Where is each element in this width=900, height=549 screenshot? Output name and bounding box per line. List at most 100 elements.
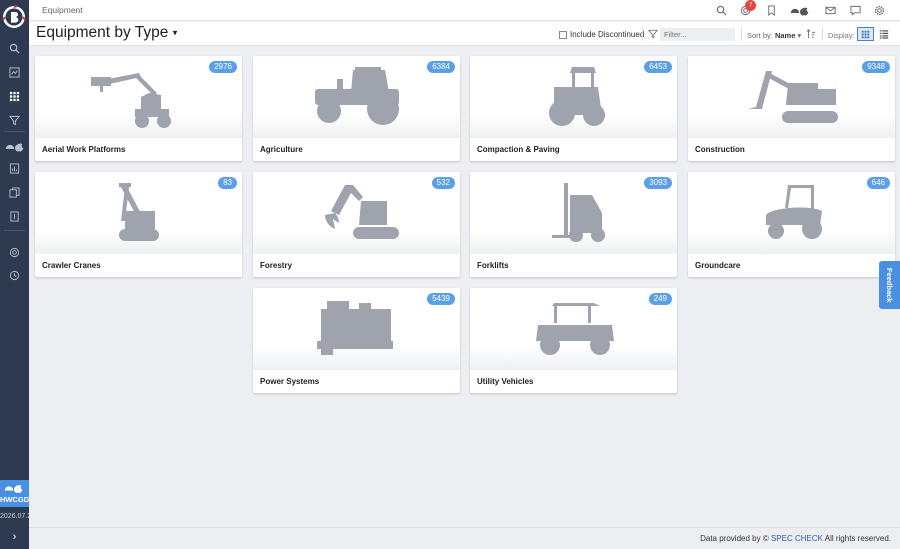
filter-icon <box>648 29 658 39</box>
chart-icon[interactable] <box>0 62 29 82</box>
report-icon[interactable] <box>0 158 29 178</box>
page-title: Equipment by Type <box>36 24 169 41</box>
gear-icon[interactable] <box>873 4 886 17</box>
card-label: Aerial Work Platforms <box>42 145 126 154</box>
chevron-right-icon: › <box>12 531 17 543</box>
category-card[interactable]: 532 Forestry <box>253 172 460 277</box>
card-count-badge: 6384 <box>427 61 455 73</box>
card-image <box>35 172 242 254</box>
filter-icon[interactable] <box>0 110 29 130</box>
sidebar-divider <box>4 131 25 132</box>
list-view-button[interactable] <box>877 27 891 41</box>
category-card[interactable]: 5439 Power Systems <box>253 288 460 393</box>
notification-badge: 7 <box>745 0 756 11</box>
include-discontinued-toggle[interactable]: Include Discontinued <box>559 30 644 39</box>
tractor-icon <box>314 67 399 125</box>
crawler-crane-icon <box>118 183 159 241</box>
history-icon[interactable] <box>0 265 29 285</box>
account-label: HWCGD <box>0 495 30 504</box>
category-card[interactable]: 3093 Forklifts <box>470 172 677 277</box>
grid-view-button[interactable] <box>857 27 874 41</box>
bookmark-icon[interactable] <box>765 4 778 17</box>
sort-label: Sort by: <box>747 31 773 40</box>
card-count-badge: 249 <box>648 293 672 305</box>
header-bar: Equipment by Type ▾ Include Discontinued… <box>29 22 900 46</box>
divider <box>642 27 643 41</box>
card-count-badge: 9348 <box>862 61 890 73</box>
feedback-label: Feedback <box>885 267 894 303</box>
include-discontinued-checkbox[interactable] <box>559 30 567 39</box>
aerial-work-platform-icon <box>90 73 171 128</box>
topbar: Equipment 7 <box>29 0 900 21</box>
search-icon[interactable] <box>715 4 728 17</box>
footer-text: Data provided by © SPEC CHECK All rights… <box>700 534 891 543</box>
footer-suffix: All rights reserved. <box>824 534 891 543</box>
page-title-dropdown[interactable]: Equipment by Type ▾ <box>36 24 177 42</box>
mail-icon[interactable] <box>824 4 837 17</box>
display-label: Display: <box>828 31 855 40</box>
excavator-icon <box>747 71 838 123</box>
copy-icon[interactable] <box>0 182 29 202</box>
card-label: Forklifts <box>477 261 509 270</box>
category-card[interactable]: 2976 Aerial Work Platforms <box>35 56 242 161</box>
category-card[interactable]: 83 Crawler Cranes <box>35 172 242 277</box>
forklift-icon <box>551 183 605 242</box>
card-label: Forestry <box>260 261 293 270</box>
card-count-badge: 3093 <box>644 177 672 189</box>
filter-input[interactable] <box>660 28 735 41</box>
feedback-button[interactable]: Feedback <box>879 261 900 309</box>
caret-down-icon: ▾ <box>797 31 802 40</box>
utility-vehicle-icon <box>535 303 614 355</box>
grid-icon[interactable] <box>0 86 29 106</box>
card-count-badge: 2976 <box>209 61 237 73</box>
android-apple-icon <box>4 485 23 493</box>
card-count-badge: 83 <box>218 177 237 189</box>
chat-icon[interactable] <box>849 4 862 17</box>
footer-prefix: Data provided by © <box>700 534 769 543</box>
footer: Data provided by © SPEC CHECK All rights… <box>29 527 900 549</box>
category-card[interactable]: 6384 Agriculture <box>253 56 460 161</box>
forestry-machine-icon <box>324 185 399 239</box>
list-icon <box>879 30 889 39</box>
card-label: Crawler Cranes <box>42 261 101 270</box>
caret-down-icon: ▾ <box>172 27 178 38</box>
card-label: Compaction & Paving <box>477 145 560 154</box>
grid-icon <box>861 30 870 38</box>
card-image <box>253 172 460 254</box>
sort-value: Name <box>774 31 796 40</box>
roller-compactor-icon <box>548 67 605 126</box>
document-icon[interactable] <box>0 206 29 226</box>
sort-dropdown[interactable]: Sort by: Name ▾ <box>747 31 801 40</box>
category-card[interactable]: 249 Utility Vehicles <box>470 288 677 393</box>
card-image <box>470 288 677 370</box>
riding-mower-icon <box>765 185 822 239</box>
card-count-badge: 6453 <box>644 61 672 73</box>
android-apple-icon[interactable] <box>0 136 29 156</box>
card-label: Agriculture <box>260 145 303 154</box>
search-icon[interactable] <box>0 38 29 58</box>
logo-icon[interactable] <box>2 5 26 29</box>
category-card[interactable]: 646 Groundcare <box>688 172 895 277</box>
category-card[interactable]: 6453 Compaction & Paving <box>470 56 677 161</box>
version-text: 2026.07.2 <box>0 513 29 520</box>
card-label: Construction <box>695 145 745 154</box>
breadcrumb[interactable]: Equipment <box>42 5 83 15</box>
support-icon[interactable] <box>0 242 29 262</box>
divider <box>822 27 823 41</box>
divider <box>741 27 742 41</box>
include-discontinued-label: Include Discontinued <box>570 30 645 39</box>
card-count-badge: 5439 <box>427 293 455 305</box>
card-label: Utility Vehicles <box>477 377 534 386</box>
category-card[interactable]: 9348 Construction <box>688 56 895 161</box>
spec-check-link[interactable]: SPEC CHECK <box>771 534 823 543</box>
card-label: Groundcare <box>695 261 741 270</box>
card-image <box>688 172 895 254</box>
card-count-badge: 532 <box>431 177 455 189</box>
sidebar: HWCGD 2026.07.2 › <box>0 0 29 549</box>
expand-sidebar-button[interactable]: › <box>0 529 29 545</box>
sort-direction-icon[interactable] <box>806 29 816 39</box>
card-label: Power Systems <box>260 377 320 386</box>
android-apple-icon[interactable] <box>789 4 811 17</box>
generator-icon <box>316 301 393 355</box>
card-count-badge: 646 <box>866 177 890 189</box>
